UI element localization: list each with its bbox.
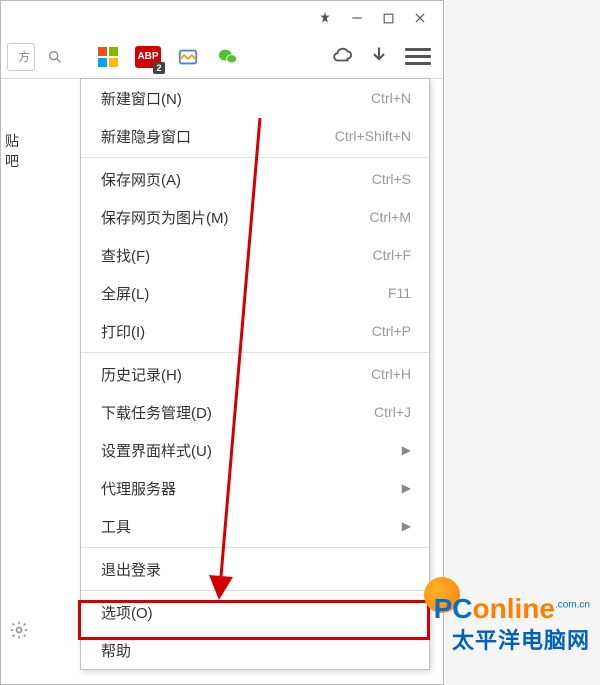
abp-badge: 2 (153, 62, 165, 74)
toolbar-right (331, 44, 443, 70)
maximize-button[interactable] (382, 12, 395, 25)
main-menu-button[interactable] (405, 44, 431, 70)
watermark-line1: PConline.com.cn (434, 593, 590, 625)
menu-item-shortcut: Ctrl+H (371, 366, 411, 382)
gear-icon[interactable] (9, 620, 29, 644)
menu-item-label: 新建隐身窗口 (101, 126, 335, 147)
menu-item-label: 历史记录(H) (101, 364, 371, 385)
toolbar: 方 ABP2 (1, 35, 443, 79)
screenshot-icon[interactable] (175, 44, 201, 70)
menu-separator (81, 352, 429, 353)
chevron-right-icon: ▶ (402, 443, 411, 457)
adblock-plus-icon[interactable]: ABP2 (135, 44, 161, 70)
chevron-right-icon: ▶ (402, 519, 411, 533)
menu-item-label: 保存网页(A) (101, 169, 372, 190)
menu-item-shortcut: F11 (388, 285, 411, 301)
download-icon[interactable] (369, 45, 389, 69)
close-button[interactable] (413, 11, 427, 25)
menu-item-shortcut: Ctrl+N (371, 90, 411, 106)
menu-item-label: 设置界面样式(U) (101, 440, 402, 461)
watermark-line2: 太平洋电脑网 (452, 623, 590, 655)
menu-item-new-window[interactable]: 新建窗口(N)Ctrl+N (81, 79, 429, 117)
menu-item-downloads[interactable]: 下载任务管理(D)Ctrl+J (81, 393, 429, 431)
menu-item-label: 帮助 (101, 640, 411, 661)
menu-item-label: 查找(F) (101, 245, 373, 266)
microsoft-icon[interactable] (95, 44, 121, 70)
search-icon[interactable] (43, 45, 67, 69)
menu-item-proxy[interactable]: 代理服务器▶ (81, 469, 429, 507)
menu-item-label: 下载任务管理(D) (101, 402, 374, 423)
menu-separator (81, 547, 429, 548)
menu-item-logout[interactable]: 退出登录 (81, 550, 429, 588)
menu-item-label: 保存网页为图片(M) (101, 207, 369, 228)
menu-item-find[interactable]: 查找(F)Ctrl+F (81, 236, 429, 274)
titlebar (1, 1, 443, 35)
menu-item-label: 代理服务器 (101, 478, 402, 499)
menu-item-label: 退出登录 (101, 559, 411, 580)
menu-item-shortcut: Ctrl+F (373, 247, 412, 263)
menu-separator (81, 157, 429, 158)
abp-label: ABP (137, 51, 158, 62)
menu-item-tools[interactable]: 工具▶ (81, 507, 429, 545)
menu-item-save-page[interactable]: 保存网页(A)Ctrl+S (81, 160, 429, 198)
menu-item-label: 全屏(L) (101, 283, 388, 304)
menu-item-label: 打印(I) (101, 321, 372, 342)
menu-item-new-incognito-window[interactable]: 新建隐身窗口Ctrl+Shift+N (81, 117, 429, 155)
cloud-icon[interactable] (331, 44, 353, 70)
extension-icons: ABP2 (95, 44, 241, 70)
menu-item-shortcut: Ctrl+Shift+N (335, 128, 411, 144)
menu-item-label: 选项(O) (101, 602, 411, 623)
menu-item-ui-style[interactable]: 设置界面样式(U)▶ (81, 431, 429, 469)
minimize-button[interactable] (350, 11, 364, 25)
menu-item-label: 工具 (101, 516, 402, 537)
wechat-icon[interactable] (215, 44, 241, 70)
menu-item-shortcut: Ctrl+M (369, 209, 411, 225)
menu-item-save-page-as-image[interactable]: 保存网页为图片(M)Ctrl+M (81, 198, 429, 236)
menu-item-history[interactable]: 历史记录(H)Ctrl+H (81, 355, 429, 393)
menu-item-print[interactable]: 打印(I)Ctrl+P (81, 312, 429, 350)
menu-item-shortcut: Ctrl+S (372, 171, 411, 187)
menu-item-help[interactable]: 帮助 (81, 631, 429, 669)
main-menu-dropdown: 新建窗口(N)Ctrl+N新建隐身窗口Ctrl+Shift+N保存网页(A)Ct… (80, 78, 430, 670)
menu-separator (81, 590, 429, 591)
menu-item-label: 新建窗口(N) (101, 88, 371, 109)
pin-icon[interactable] (318, 11, 332, 25)
chevron-right-icon: ▶ (402, 481, 411, 495)
left-panel-text: 贴吧 (1, 131, 27, 171)
address-bar-fragment[interactable]: 方 (7, 43, 35, 71)
menu-item-shortcut: Ctrl+P (372, 323, 411, 339)
menu-item-options[interactable]: 选项(O) (81, 593, 429, 631)
menu-item-fullscreen[interactable]: 全屏(L)F11 (81, 274, 429, 312)
menu-item-shortcut: Ctrl+J (374, 404, 411, 420)
